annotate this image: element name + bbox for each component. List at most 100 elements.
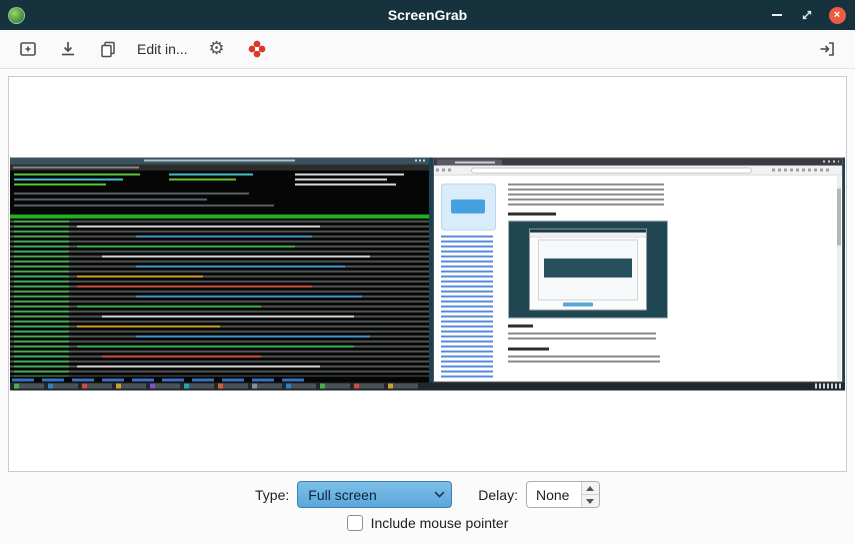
chevron-down-icon xyxy=(427,491,451,498)
decor-line xyxy=(436,169,454,172)
decor-line xyxy=(295,179,387,181)
browser-tabbar xyxy=(434,159,841,166)
red-pinwheel-icon xyxy=(247,39,267,59)
close-icon: × xyxy=(829,7,846,24)
maximize-icon xyxy=(801,9,813,21)
decor-line xyxy=(455,162,496,164)
decor-line xyxy=(10,221,429,377)
include-mouse-pointer-label[interactable]: Include mouse pointer xyxy=(371,515,509,531)
decor-line xyxy=(218,384,248,389)
toolbar: Edit in... ⚙ xyxy=(0,30,855,69)
decor-line xyxy=(252,384,282,389)
capture-controls: Type: Full screen Delay: None Include mo… xyxy=(0,472,855,544)
decor-line xyxy=(14,179,123,181)
preview-area xyxy=(8,76,847,472)
edit-in-button[interactable]: Edit in... xyxy=(132,34,193,64)
decor-line xyxy=(102,316,353,318)
new-screenshot-button[interactable] xyxy=(12,34,44,64)
decor-line xyxy=(388,384,418,389)
maximize-button[interactable] xyxy=(797,5,817,25)
screengrab-window: ScreenGrab × xyxy=(0,0,855,544)
decor-line xyxy=(77,346,354,348)
decor-line xyxy=(415,160,427,162)
terminal-content xyxy=(10,171,429,383)
decor-line xyxy=(48,384,78,389)
sidebar-links xyxy=(441,236,493,377)
delay-spinbox[interactable]: None xyxy=(526,481,600,508)
copy-button[interactable] xyxy=(92,34,124,64)
type-delay-row: Type: Full screen Delay: None xyxy=(255,481,600,508)
decor-line xyxy=(354,384,384,389)
heading-line xyxy=(508,348,550,351)
mini-screengrab-window xyxy=(529,228,647,310)
terminal-titlebar xyxy=(10,158,429,165)
decor-line xyxy=(14,384,44,389)
decor-line xyxy=(136,236,312,238)
decor-line xyxy=(295,184,396,186)
page-content xyxy=(508,184,669,377)
settings-button[interactable]: ⚙ xyxy=(201,34,233,64)
copy-pages-icon xyxy=(98,39,118,59)
decor-line xyxy=(77,276,203,278)
decor-line xyxy=(77,226,320,228)
decor-line xyxy=(295,174,404,176)
heading-line xyxy=(508,325,534,328)
lubuntu-logo-icon xyxy=(8,7,25,24)
window-title: ScreenGrab xyxy=(0,7,855,23)
screengrab-logo-button[interactable] xyxy=(241,34,273,64)
spin-down-button[interactable] xyxy=(582,495,599,507)
decor-line xyxy=(538,239,637,300)
decor-line xyxy=(77,306,261,308)
terminal-window xyxy=(10,158,429,383)
spin-buttons xyxy=(581,482,599,507)
decor-line xyxy=(169,179,236,181)
browser-window xyxy=(433,158,842,383)
type-label: Type: xyxy=(255,487,289,503)
spin-up-button[interactable] xyxy=(582,482,599,495)
decor-line xyxy=(150,384,180,389)
decor-line xyxy=(77,326,220,328)
delay-value: None xyxy=(527,482,581,507)
decor-line xyxy=(102,356,261,358)
delay-label: Delay: xyxy=(478,487,518,503)
save-button[interactable] xyxy=(52,34,84,64)
screenshot-preview[interactable] xyxy=(10,158,845,391)
heading-line xyxy=(508,213,556,216)
decor-line xyxy=(14,205,274,207)
exit-door-icon xyxy=(817,39,837,59)
terminal-log-lines xyxy=(10,221,429,377)
download-arrow-icon xyxy=(58,39,78,59)
htop-header-row xyxy=(10,215,429,219)
decor-line xyxy=(286,384,316,389)
decor-line xyxy=(14,199,207,201)
type-select-value: Full screen xyxy=(298,487,427,503)
decor-line xyxy=(837,189,841,246)
browser-navbar xyxy=(434,166,841,176)
decor-line xyxy=(544,258,632,278)
embedded-screenshot xyxy=(508,221,669,319)
decor-line xyxy=(563,302,593,306)
gear-icon: ⚙ xyxy=(209,40,225,58)
decor-line xyxy=(471,168,752,174)
decor-line xyxy=(13,167,139,169)
htop-meters xyxy=(10,171,429,209)
minimize-button[interactable] xyxy=(767,5,787,25)
type-select[interactable]: Full screen xyxy=(297,481,452,508)
decor-line xyxy=(136,266,346,268)
decor-line xyxy=(320,384,350,389)
arrow-up-icon xyxy=(586,486,594,491)
decor-line xyxy=(136,336,371,338)
decor-line xyxy=(14,184,106,186)
decor-line xyxy=(144,160,295,162)
edit-in-label: Edit in... xyxy=(137,41,188,57)
decor-line xyxy=(823,161,839,163)
pointer-option-row: Include mouse pointer xyxy=(347,515,509,531)
quit-button[interactable] xyxy=(811,34,843,64)
include-mouse-pointer-checkbox[interactable] xyxy=(347,515,363,531)
close-button[interactable]: × xyxy=(827,5,847,25)
titlebar[interactable]: ScreenGrab × xyxy=(0,0,855,30)
paragraph-lines xyxy=(508,356,661,364)
arrow-down-icon xyxy=(586,499,594,504)
page-scrollbar xyxy=(837,177,841,381)
decor-line xyxy=(116,384,146,389)
